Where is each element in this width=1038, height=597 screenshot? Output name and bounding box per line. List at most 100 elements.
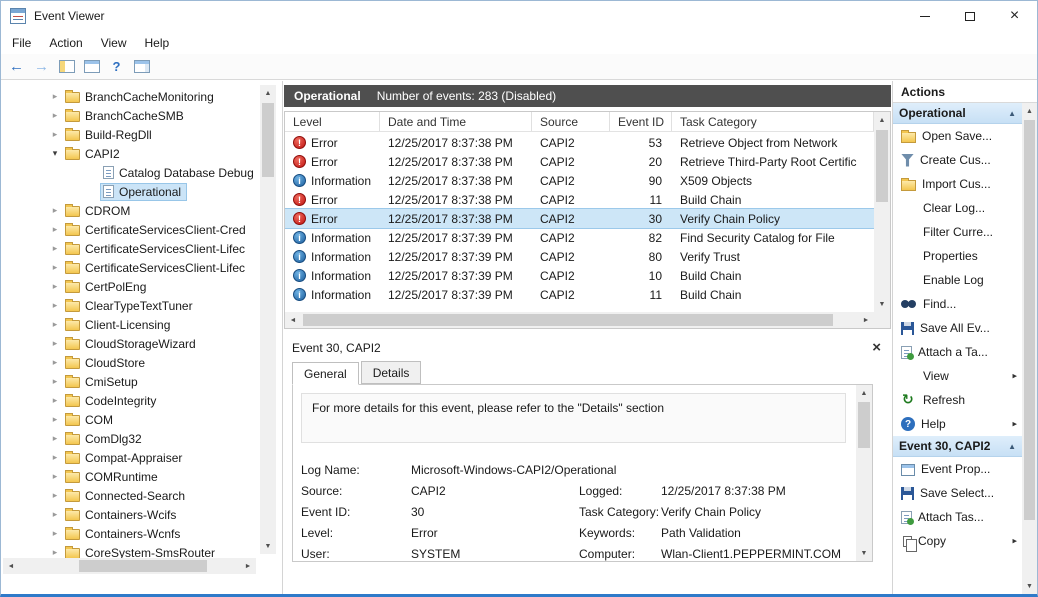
tree-item[interactable]: ClearTypeTextTuner <box>1 296 260 315</box>
tree-chevron-icon[interactable] <box>47 414 63 425</box>
scroll-down-icon[interactable] <box>260 538 276 554</box>
column-header-event-id[interactable]: Event ID <box>610 112 672 131</box>
action-item[interactable]: Find... <box>893 292 1022 316</box>
tree-item[interactable]: Build-RegDll <box>1 125 260 144</box>
tree-horizontal-scrollbar[interactable] <box>3 558 256 574</box>
scroll-down-icon[interactable] <box>874 296 890 312</box>
scroll-left-icon[interactable] <box>285 312 301 328</box>
tree-item[interactable]: Client-Licensing <box>1 315 260 334</box>
tree-item[interactable]: CloudStore <box>1 353 260 372</box>
tree-item-body[interactable]: Containers-Wcnfs <box>63 526 185 542</box>
tree-item[interactable]: CertificateServicesClient-Cred <box>1 220 260 239</box>
tree-item-body[interactable]: COM <box>63 412 118 428</box>
event-row[interactable]: Error 12/25/2017 8:37:38 PM CAPI2 30 Ver… <box>285 209 874 228</box>
toolbar-button[interactable] <box>80 56 103 78</box>
column-header-task-category[interactable]: Task Category <box>672 112 874 131</box>
tree-chevron-icon[interactable] <box>47 224 63 235</box>
scrollbar-thumb[interactable] <box>858 402 870 448</box>
tree-chevron-icon[interactable] <box>47 509 63 520</box>
tree-item-body[interactable]: Catalog Database Debug <box>101 165 259 181</box>
tree-item-body[interactable]: CodeIntegrity <box>63 393 161 409</box>
events-vertical-scrollbar[interactable] <box>874 112 890 312</box>
tree-item-body[interactable]: CloudStore <box>63 355 150 371</box>
menu-item[interactable]: Help <box>136 33 179 53</box>
tree-chevron-icon[interactable] <box>47 528 63 539</box>
toolbar-button[interactable] <box>55 56 78 78</box>
toolbar-button[interactable]: ← <box>5 56 28 78</box>
scroll-right-icon[interactable] <box>240 558 256 574</box>
tree-chevron-icon[interactable] <box>47 205 63 216</box>
tree-chevron-icon[interactable] <box>47 547 63 558</box>
tree-item[interactable]: CoreSystem-SmsRouter <box>1 543 260 558</box>
detail-close-icon[interactable]: × <box>872 339 881 356</box>
scroll-left-icon[interactable] <box>3 558 19 574</box>
action-item[interactable]: Clear Log... <box>893 196 1022 220</box>
tree-chevron-icon[interactable] <box>47 148 63 159</box>
tree-chevron-icon[interactable] <box>47 395 63 406</box>
tree-chevron-icon[interactable] <box>47 319 63 330</box>
tree-item-body[interactable]: CertificateServicesClient-Lifec <box>63 260 250 276</box>
tree-item-body[interactable]: CmiSetup <box>63 374 143 390</box>
tree-chevron-icon[interactable] <box>47 110 63 121</box>
event-row[interactable]: Information 12/25/2017 8:37:39 PM CAPI2 … <box>285 285 874 304</box>
tree-chevron-icon[interactable] <box>47 300 63 311</box>
action-item[interactable]: Event Prop... <box>893 457 1022 481</box>
scrollbar-thumb[interactable] <box>303 314 833 326</box>
tree-item[interactable]: Connected-Search <box>1 486 260 505</box>
action-item[interactable]: Help <box>893 412 1022 436</box>
action-item[interactable]: View <box>893 364 1022 388</box>
action-item[interactable]: Refresh <box>893 388 1022 412</box>
tree-item-body[interactable]: CAPI2 <box>63 146 125 162</box>
tree-item-body[interactable]: Build-RegDll <box>63 127 157 143</box>
column-header-date[interactable]: Date and Time <box>380 112 532 131</box>
tree-item[interactable]: Catalog Database Debug <box>1 163 260 182</box>
tree-item[interactable]: Containers-Wcnfs <box>1 524 260 543</box>
tree-item[interactable]: CertificateServicesClient-Lifec <box>1 239 260 258</box>
close-button[interactable]: × <box>992 1 1037 31</box>
scroll-up-icon[interactable] <box>260 85 276 101</box>
event-row[interactable]: Error 12/25/2017 8:37:38 PM CAPI2 20 Ret… <box>285 152 874 171</box>
detail-tab[interactable]: Details <box>361 361 422 384</box>
scroll-right-icon[interactable] <box>858 312 874 328</box>
tree-chevron-icon[interactable] <box>47 357 63 368</box>
event-row[interactable]: Error 12/25/2017 8:37:38 PM CAPI2 53 Ret… <box>285 133 874 152</box>
tree-item[interactable]: CmiSetup <box>1 372 260 391</box>
tree-chevron-icon[interactable] <box>47 243 63 254</box>
detail-tab[interactable]: General <box>292 362 359 385</box>
scrollbar-thumb[interactable] <box>1024 120 1035 520</box>
collapse-section-icon[interactable] <box>1008 109 1016 118</box>
tree-chevron-icon[interactable] <box>47 281 63 292</box>
tree-chevron-icon[interactable] <box>47 338 63 349</box>
tree-chevron-icon[interactable] <box>47 129 63 140</box>
action-item[interactable]: Attach Tas... <box>893 505 1022 529</box>
tree-item[interactable]: CodeIntegrity <box>1 391 260 410</box>
toolbar-button[interactable]: → <box>30 56 53 78</box>
tree-item-body[interactable]: Connected-Search <box>63 488 190 504</box>
tree-item-body[interactable]: BranchCacheSMB <box>63 108 189 124</box>
tree-item-body[interactable]: ClearTypeTextTuner <box>63 298 198 314</box>
action-item[interactable]: Save All Ev... <box>893 316 1022 340</box>
tree-chevron-icon[interactable] <box>47 433 63 444</box>
action-item[interactable]: Attach a Ta... <box>893 340 1022 364</box>
actions-section-header-event[interactable]: Event 30, CAPI2 <box>893 436 1022 457</box>
tree-item[interactable]: ComDlg32 <box>1 429 260 448</box>
events-horizontal-scrollbar[interactable] <box>285 312 874 328</box>
tree-item-body[interactable]: CloudStorageWizard <box>63 336 201 352</box>
tree-item[interactable]: CertPolEng <box>1 277 260 296</box>
tree-item-body[interactable]: CDROM <box>63 203 135 219</box>
column-header-source[interactable]: Source <box>532 112 610 131</box>
tree-item-body[interactable]: Compat-Appraiser <box>63 450 187 466</box>
tree-chevron-icon[interactable] <box>47 452 63 463</box>
menu-item[interactable]: File <box>3 33 40 53</box>
scroll-down-icon[interactable] <box>856 545 872 561</box>
tree-item[interactable]: CloudStorageWizard <box>1 334 260 353</box>
tree-item[interactable]: COMRuntime <box>1 467 260 486</box>
tree-chevron-icon[interactable] <box>47 471 63 482</box>
action-item[interactable]: Save Select... <box>893 481 1022 505</box>
tree-item[interactable]: Operational <box>1 182 260 201</box>
tree-item-body[interactable]: CertPolEng <box>63 279 151 295</box>
event-row[interactable]: Information 12/25/2017 8:37:39 PM CAPI2 … <box>285 247 874 266</box>
action-item[interactable]: Properties <box>893 244 1022 268</box>
tree-item-body[interactable]: Client-Licensing <box>63 317 175 333</box>
column-header-level[interactable]: Level <box>285 112 380 131</box>
